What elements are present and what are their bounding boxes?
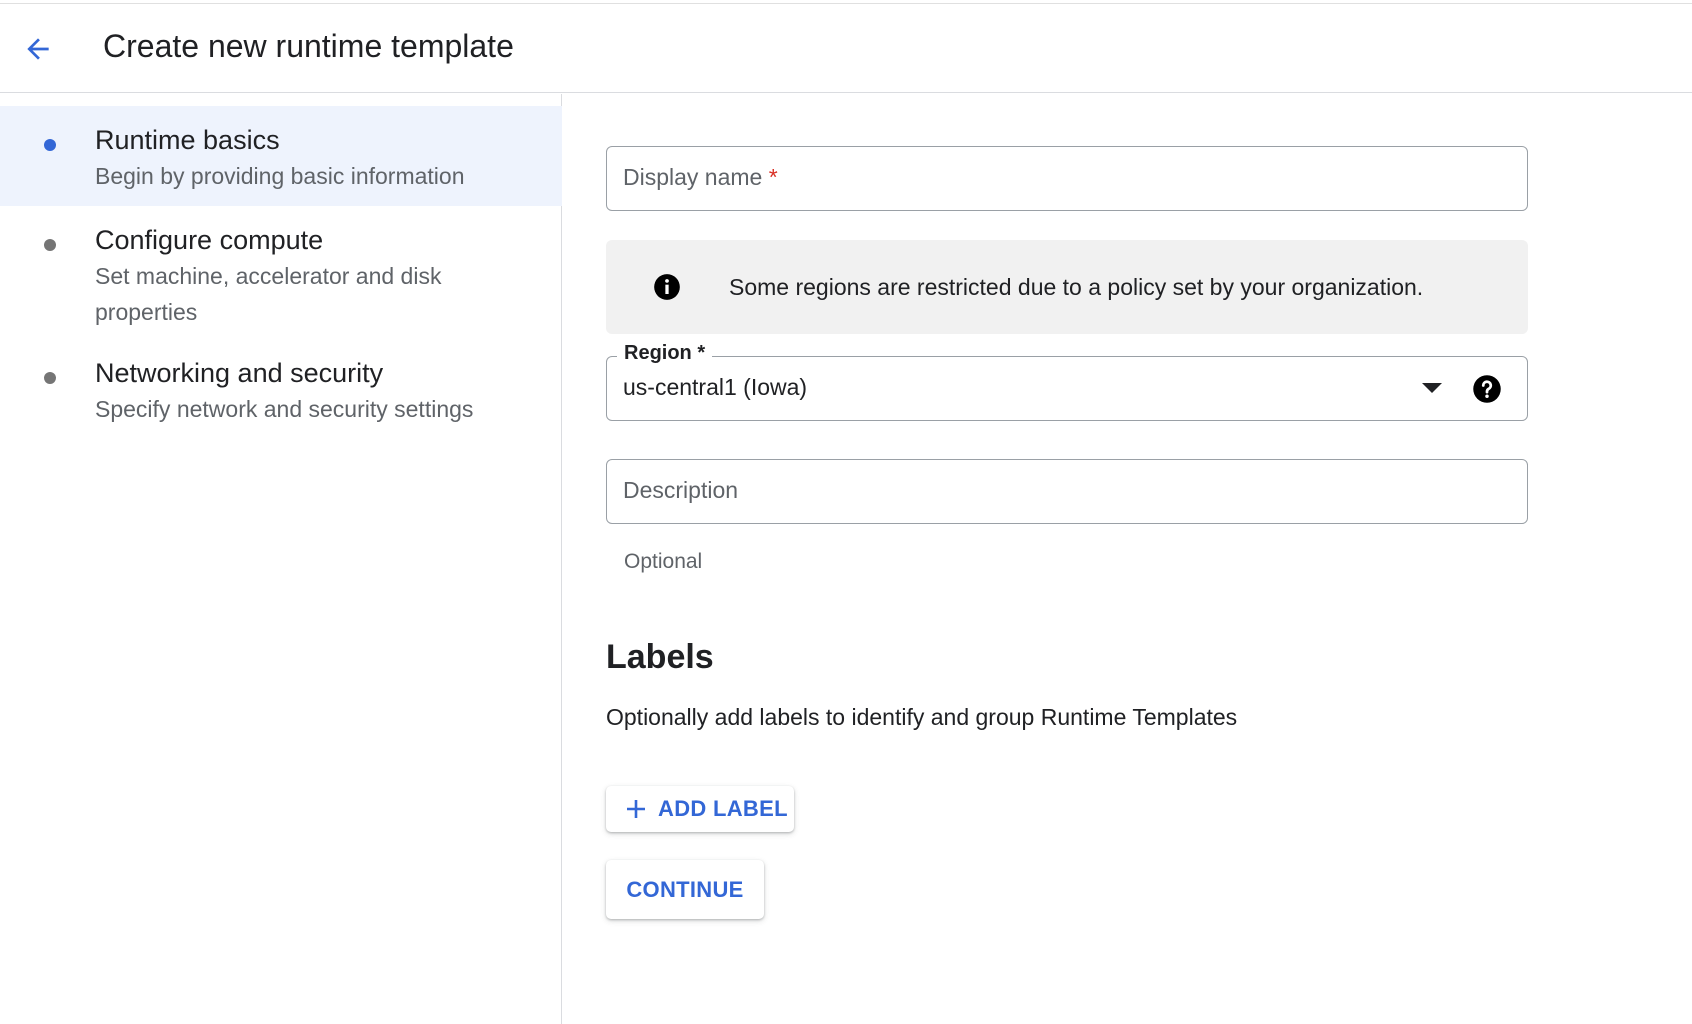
labels-heading: Labels bbox=[606, 638, 714, 676]
page-title: Create new runtime template bbox=[103, 28, 514, 64]
help-icon[interactable] bbox=[1472, 374, 1502, 404]
description-field[interactable]: Description bbox=[606, 459, 1528, 524]
description-placeholder: Description bbox=[623, 477, 739, 503]
required-mark: * bbox=[768, 164, 778, 190]
back-button[interactable] bbox=[14, 25, 62, 73]
step-runtime-basics[interactable]: Runtime basics Begin by providing basic … bbox=[0, 106, 562, 206]
step-subtitle: Specify network and security settings bbox=[95, 396, 474, 422]
step-title: Networking and security bbox=[95, 358, 384, 388]
banner-text: Some regions are restricted due to a pol… bbox=[729, 274, 1424, 300]
step-configure-compute[interactable]: Configure compute Set machine, accelerat… bbox=[0, 206, 562, 336]
step-indicator-dot bbox=[44, 372, 56, 384]
display-name-field[interactable]: Display name * bbox=[606, 146, 1528, 211]
step-title: Configure compute bbox=[95, 225, 324, 255]
step-indicator-dot bbox=[44, 139, 56, 151]
region-label: Region * bbox=[617, 342, 713, 365]
labels-description: Optionally add labels to identify and gr… bbox=[606, 704, 1238, 730]
arrow-back-icon bbox=[27, 38, 49, 60]
step-indicator-dot bbox=[44, 239, 56, 251]
info-icon bbox=[654, 274, 680, 300]
step-subtitle: Set machine, accelerator and disk proper… bbox=[95, 263, 442, 325]
step-title: Runtime basics bbox=[95, 125, 280, 155]
region-value: us-central1 (Iowa) bbox=[623, 374, 808, 400]
description-hint: Optional bbox=[624, 550, 703, 573]
stepper-sidebar: Runtime basics Begin by providing basic … bbox=[0, 94, 562, 1024]
plus-icon bbox=[627, 800, 645, 818]
region-select[interactable]: Region * us-central1 (Iowa) bbox=[606, 342, 1528, 421]
dropdown-arrow-icon[interactable] bbox=[1422, 383, 1442, 393]
policy-info-banner: Some regions are restricted due to a pol… bbox=[606, 240, 1528, 334]
main-form-area: Display name * Some regions are restrict… bbox=[563, 94, 1692, 1024]
continue-button-label: CONTINUE bbox=[626, 876, 744, 902]
page-header: Create new runtime template bbox=[0, 4, 1692, 93]
continue-button[interactable]: CONTINUE bbox=[606, 860, 764, 919]
step-subtitle: Begin by providing basic information bbox=[95, 163, 465, 189]
add-label-button[interactable]: ADD LABEL bbox=[606, 786, 794, 832]
step-networking-security[interactable]: Networking and security Specify network … bbox=[0, 339, 562, 439]
display-name-placeholder: Display name * bbox=[623, 164, 778, 190]
add-label-button-label: ADD LABEL bbox=[658, 796, 788, 821]
